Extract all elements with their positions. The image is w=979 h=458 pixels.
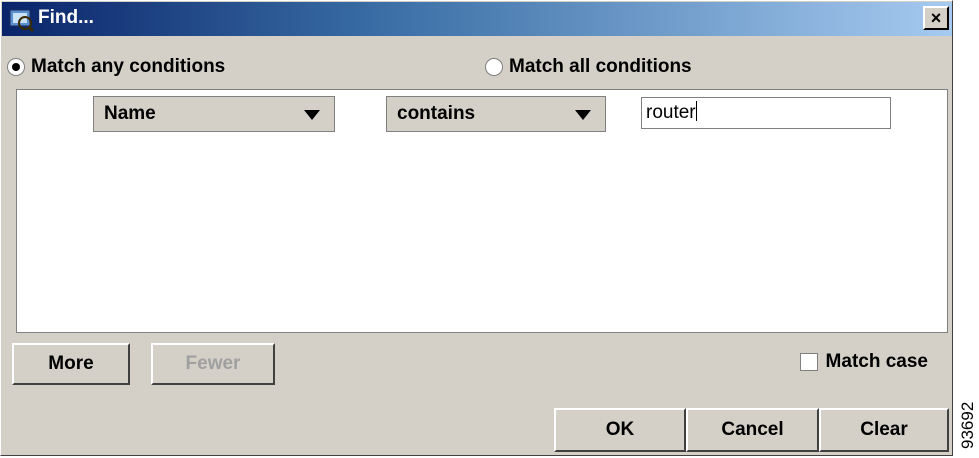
field-select-value: Name <box>104 103 156 124</box>
match-any-label: Match any conditions <box>31 56 226 77</box>
ok-button[interactable]: OK <box>554 408 686 452</box>
more-button-label: More <box>48 353 94 374</box>
ok-button-label: OK <box>605 419 635 440</box>
conditions-panel: Name contains router <box>16 89 948 333</box>
close-button[interactable]: × <box>923 6 949 30</box>
match-case-checkbox[interactable] <box>799 353 818 371</box>
match-case-option[interactable]: Match case <box>799 351 928 373</box>
dialog-title: Find... <box>38 7 94 28</box>
condition-value-text: router <box>646 102 696 123</box>
operator-select[interactable]: contains <box>386 96 606 132</box>
match-any-option[interactable]: Match any conditions <box>7 53 225 81</box>
field-select[interactable]: Name <box>93 96 335 132</box>
close-icon: × <box>930 8 942 28</box>
match-all-option[interactable]: Match all conditions <box>485 53 692 81</box>
operator-select-value: contains <box>397 103 476 124</box>
figure-id: 93692 <box>958 401 977 449</box>
dropdown-arrow-icon <box>575 110 591 120</box>
clear-button[interactable]: Clear <box>819 408 949 452</box>
title-bar[interactable]: Find... × <box>2 2 952 36</box>
match-all-radio[interactable] <box>485 58 503 76</box>
cancel-button[interactable]: Cancel <box>686 408 819 452</box>
condition-value-input[interactable]: router <box>641 97 891 129</box>
fewer-button[interactable]: Fewer <box>151 343 275 385</box>
match-all-label: Match all conditions <box>509 56 692 77</box>
cancel-button-label: Cancel <box>721 419 784 440</box>
clear-button-label: Clear <box>860 419 908 440</box>
dropdown-arrow-icon <box>304 110 320 120</box>
fewer-button-label: Fewer <box>185 353 241 374</box>
find-dialog: Find... × Match any conditions Match all… <box>0 0 953 456</box>
match-case-label: Match case <box>825 351 928 372</box>
app-icon <box>8 6 35 33</box>
more-button[interactable]: More <box>12 343 130 385</box>
text-caret <box>695 101 697 121</box>
match-any-radio[interactable] <box>7 58 25 76</box>
